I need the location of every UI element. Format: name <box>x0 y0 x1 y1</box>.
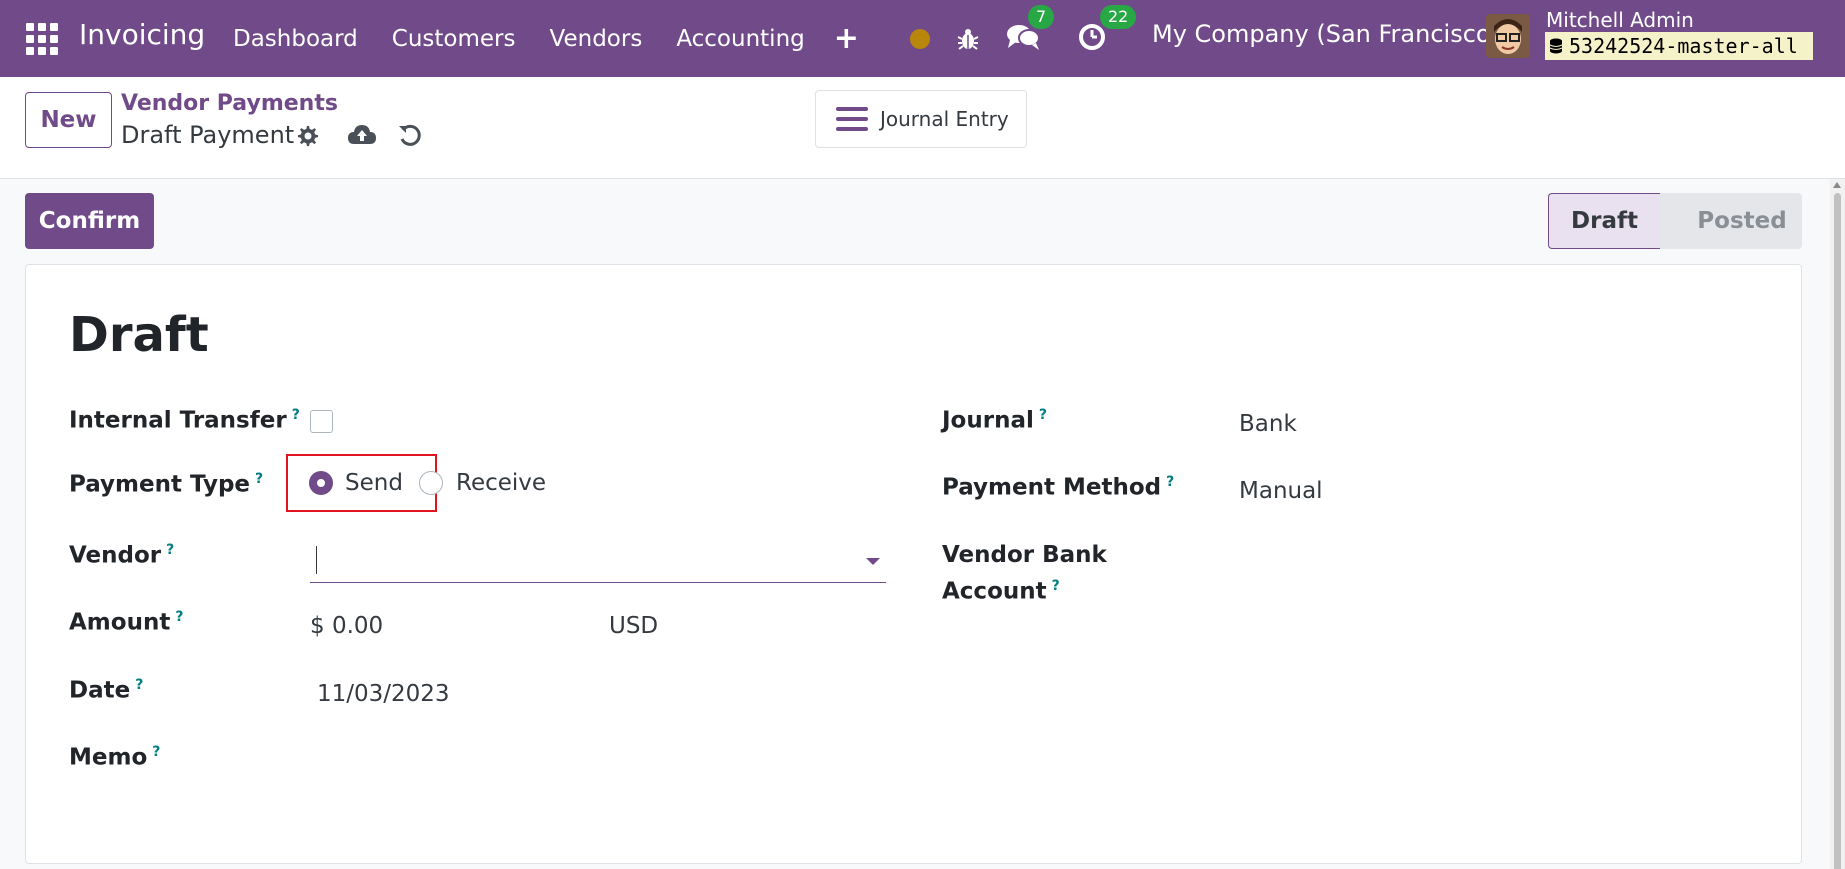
date-label: Date? <box>69 677 144 704</box>
payment-type-send-label[interactable]: Send <box>345 470 403 496</box>
journal-entry-label: Journal Entry <box>880 107 1009 131</box>
date-input[interactable]: 11/03/2023 <box>317 681 450 707</box>
help-tooltip[interactable]: ? <box>166 542 174 558</box>
plus-icon[interactable]: + <box>822 21 871 56</box>
company-switcher[interactable]: My Company (San Francisco) <box>1152 20 1500 48</box>
amount-label: Amount? <box>69 609 184 636</box>
menu-lines-icon <box>836 107 868 131</box>
breadcrumb-vendor-payments[interactable]: Vendor Payments <box>121 91 338 116</box>
memo-label: Memo? <box>69 744 161 771</box>
clock-icon <box>1079 23 1105 50</box>
systray: 7 22 <box>910 0 1144 77</box>
help-tooltip[interactable]: ? <box>135 677 143 693</box>
menu-vendors[interactable]: Vendors <box>533 0 660 77</box>
confirm-button[interactable]: Confirm <box>25 193 154 249</box>
journal-entry-button[interactable]: Journal Entry <box>815 90 1027 148</box>
scroll-up-arrow[interactable] <box>1833 182 1841 188</box>
status-dot-icon[interactable] <box>910 28 930 49</box>
chevron-down-icon[interactable] <box>866 558 880 565</box>
internal-transfer-checkbox[interactable] <box>310 410 333 433</box>
payment-type-send-radio[interactable] <box>309 471 333 495</box>
user-name[interactable]: Mitchell Admin <box>1546 8 1694 32</box>
activities-menu[interactable]: 22 <box>1078 4 1137 55</box>
menu-customers[interactable]: Customers <box>375 0 533 77</box>
form-sheet: Draft Internal Transfer? Payment Type? S… <box>25 264 1802 864</box>
avatar[interactable] <box>1486 14 1530 58</box>
discard-icon[interactable] <box>397 122 423 148</box>
menu-accounting[interactable]: Accounting <box>659 0 821 77</box>
statusbar: Posted Draft <box>1548 193 1802 249</box>
menu-dashboard[interactable]: Dashboard <box>216 0 375 77</box>
app-menu-icon[interactable] <box>26 23 58 55</box>
activities-count-badge: 22 <box>1100 4 1137 29</box>
help-tooltip[interactable]: ? <box>152 744 160 760</box>
payment-method-value[interactable]: Manual <box>1239 478 1323 504</box>
scrollbar-thumb[interactable] <box>1834 193 1841 869</box>
currency-select[interactable]: USD <box>609 613 658 639</box>
cloud-upload-icon[interactable] <box>347 122 377 148</box>
control-panel: New Vendor Payments Draft Payment Journa… <box>0 77 1845 179</box>
payment-method-label: Payment Method? <box>942 474 1175 501</box>
status-draft[interactable]: Draft <box>1548 193 1660 249</box>
scrollbar[interactable] <box>1830 179 1845 869</box>
amount-input[interactable]: $ 0.00 <box>310 613 383 639</box>
payment-type-receive-label[interactable]: Receive <box>456 470 546 496</box>
internal-transfer-label: Internal Transfer? <box>69 407 300 434</box>
vendor-input[interactable] <box>310 538 886 583</box>
vendor-bank-account-label-line2: Account? <box>942 578 1060 605</box>
journal-label: Journal? <box>942 407 1047 434</box>
breadcrumb-current-record: Draft Payment <box>121 121 295 149</box>
vendor-bank-account-label: Vendor Bank <box>942 542 1107 568</box>
messages-count-badge: 7 <box>1028 4 1055 29</box>
gear-icon[interactable] <box>296 124 320 148</box>
app-name[interactable]: Invoicing <box>79 18 205 51</box>
help-tooltip[interactable]: ? <box>1052 578 1060 594</box>
payment-type-receive-radio[interactable] <box>419 471 443 495</box>
payment-type-label: Payment Type? <box>69 471 264 498</box>
main-menu: Dashboard Customers Vendors Accounting + <box>216 0 871 77</box>
help-tooltip[interactable]: ? <box>1039 407 1047 423</box>
vendor-label: Vendor? <box>69 542 175 569</box>
help-tooltip[interactable]: ? <box>292 407 300 423</box>
top-navbar: Invoicing Dashboard Customers Vendors Ac… <box>0 0 1845 77</box>
messages-menu[interactable]: 7 <box>1006 4 1055 55</box>
text-cursor <box>316 546 317 574</box>
help-tooltip[interactable]: ? <box>175 609 183 625</box>
new-button[interactable]: New <box>25 92 112 148</box>
database-badge: 53242524-master-all <box>1545 32 1813 60</box>
journal-value[interactable]: Bank <box>1239 411 1297 437</box>
database-name: 53242524-master-all <box>1569 34 1798 58</box>
help-tooltip[interactable]: ? <box>1166 474 1174 490</box>
bug-icon[interactable] <box>956 27 980 51</box>
help-tooltip[interactable]: ? <box>255 471 263 487</box>
record-title: Draft <box>69 307 209 363</box>
status-posted[interactable]: Posted <box>1660 193 1802 249</box>
database-icon <box>1549 38 1563 54</box>
